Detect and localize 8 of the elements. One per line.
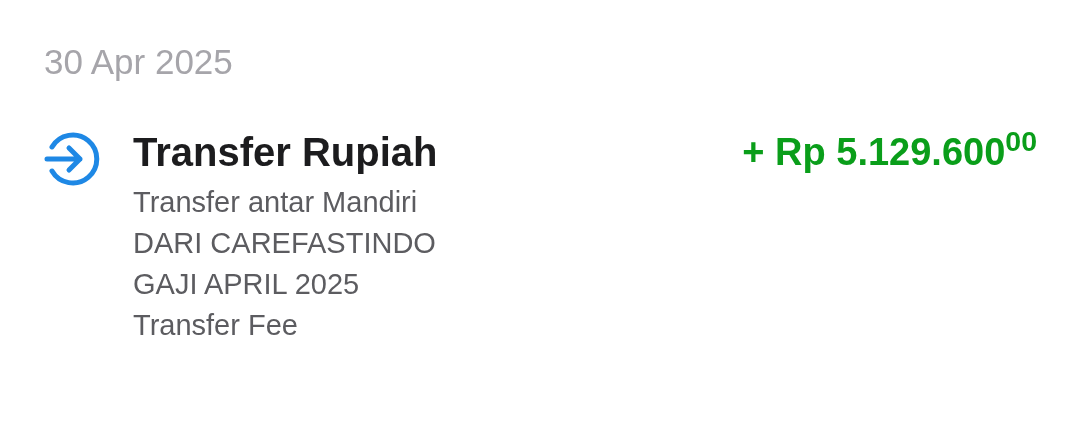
detail-line: Transfer antar Mandiri bbox=[133, 185, 418, 220]
transaction-title: Transfer Rupiah bbox=[133, 129, 438, 176]
date-heading: 30 Apr 2025 bbox=[44, 41, 233, 83]
detail-line: Transfer Fee bbox=[133, 308, 298, 343]
detail-line: GAJI APRIL 2025 bbox=[133, 267, 360, 302]
detail-line: DARI CAREFASTINDO bbox=[133, 226, 436, 261]
transfer-in-icon bbox=[44, 130, 102, 188]
transaction-amount: + Rp 5.129.600$^{00}$ bbox=[742, 128, 1037, 175]
